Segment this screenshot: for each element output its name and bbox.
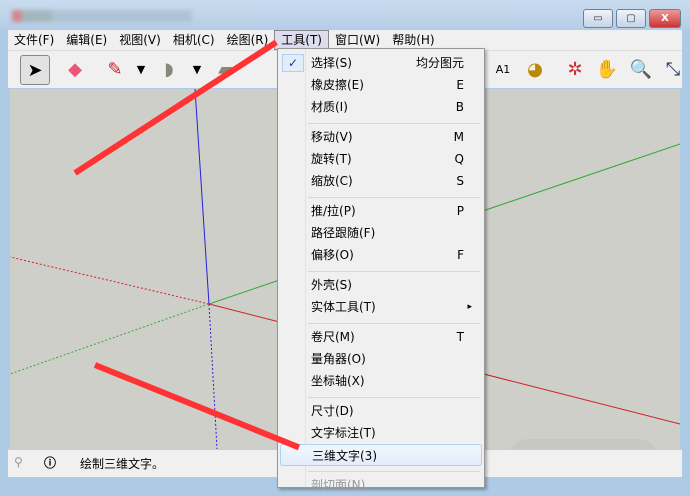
zoom-extents-icon[interactable]: ⤡ [658, 55, 688, 85]
menu-item-protractor[interactable]: 量角器(O) [280, 348, 482, 370]
separator [308, 271, 480, 272]
label: 剖切面(N) [311, 478, 366, 492]
text-tool-icon[interactable]: A1 [488, 55, 518, 85]
geo-location-icon[interactable]: ⚲ [14, 455, 23, 469]
green-axis-dashed [10, 303, 210, 375]
submenu-arrow-icon: ▸ [467, 302, 472, 312]
menu-item-axes[interactable]: 坐标轴(X) [280, 370, 482, 392]
dropdown-arrow-icon[interactable]: ▼ [126, 55, 156, 85]
label: 移动(V) [311, 130, 353, 144]
title-bar: ▭ ▢ X [0, 0, 690, 30]
menu-item-paint[interactable]: 材质(I) B [280, 96, 482, 118]
blue-axis [194, 89, 210, 305]
menu-view[interactable]: 视图(V) [113, 30, 167, 50]
shortcut: S [456, 174, 464, 188]
checkmark-icon: ✓ [282, 54, 304, 72]
menu-window[interactable]: 窗口(W) [329, 30, 386, 50]
pan-hand-icon[interactable]: ✋ [592, 55, 622, 85]
select-tool-icon[interactable]: ➤ [20, 55, 50, 85]
menu-bar: 文件(F) 编辑(E) 视图(V) 相机(C) 绘图(R) 工具(T) 窗口(W… [8, 30, 682, 50]
shortcut: M [453, 130, 464, 144]
label: 偏移(O) [311, 248, 354, 262]
menu-item-tape-measure[interactable]: 卷尺(M) T [280, 326, 482, 348]
label: 推/拉(P) [311, 204, 356, 218]
label: 材质(I) [311, 100, 348, 114]
shortcut: T [456, 330, 464, 344]
menu-file[interactable]: 文件(F) [8, 30, 60, 50]
separator [308, 471, 480, 472]
info-icon[interactable]: ⓘ [44, 454, 56, 471]
blob-overlay [508, 439, 658, 449]
dropdown-arrow-icon[interactable]: ▼ [182, 55, 212, 85]
label: 卷尺(M) [311, 330, 355, 344]
shortcut: B [455, 100, 464, 114]
blue-axis-dashed [208, 303, 218, 449]
eraser-tool-icon[interactable]: ◆ [60, 55, 90, 85]
menu-item-section-plane[interactable]: 剖切面(N) [280, 474, 482, 496]
label: 文字标注(T) [311, 426, 376, 440]
menu-item-rotate[interactable]: 旋转(T) Q [280, 148, 482, 170]
menu-item-scale[interactable]: 缩放(C) S [280, 170, 482, 192]
paint-bucket-icon[interactable]: ◕ [520, 55, 550, 85]
menu-help[interactable]: 帮助(H) [386, 30, 440, 50]
orbit-icon[interactable]: ✲ [560, 55, 590, 85]
status-text: 绘制三维文字。 [80, 457, 165, 471]
red-axis-dashed [10, 256, 210, 305]
menu-item-follow-me[interactable]: 路径跟随(F) [280, 222, 482, 244]
menu-item-solid-tools[interactable]: 实体工具(T) ▸ [280, 296, 482, 318]
restore-button[interactable]: ▢ [616, 9, 646, 28]
shortcut: Q [454, 152, 464, 166]
tools-menu: ✓ 选择(S) 均分图元 橡皮擦(E) E 材质(I) B 移动(V) M 旋转(T) Q … [277, 48, 485, 492]
separator [308, 323, 480, 324]
arc-tool-icon[interactable]: ◗ [154, 55, 184, 85]
menu-item-offset[interactable]: 偏移(O) F [280, 244, 482, 266]
label: 坐标轴(X) [311, 374, 365, 388]
menu-edit[interactable]: 编辑(E) [60, 30, 113, 50]
menu-item-dimensions[interactable]: 尺寸(D) [280, 400, 482, 422]
menu-item-eraser[interactable]: 橡皮擦(E) E [280, 74, 482, 96]
menu-item-move[interactable]: 移动(V) M [280, 126, 482, 148]
label: 三维文字(3) [312, 449, 377, 463]
separator [308, 197, 480, 198]
label: 实体工具(T) [311, 300, 376, 314]
label: 外壳(S) [311, 278, 352, 292]
separator [308, 397, 480, 398]
zoom-icon[interactable]: 🔍 [626, 55, 656, 85]
minimize-button[interactable]: ▭ [583, 9, 613, 28]
menu-camera[interactable]: 相机(C) [167, 30, 221, 50]
menu-item-3d-text[interactable]: 三维文字(3) [280, 444, 482, 466]
menu-tools[interactable]: 工具(T) [274, 30, 329, 50]
menu-item-select[interactable]: ✓ 选择(S) 均分图元 [280, 52, 482, 74]
menu-item-text[interactable]: 文字标注(T) [280, 422, 482, 444]
menu-item-outer-shell[interactable]: 外壳(S) [280, 274, 482, 296]
separator [308, 123, 480, 124]
label: 路径跟随(F) [311, 226, 376, 240]
shortcut: P [456, 204, 464, 218]
shortcut: F [457, 248, 464, 262]
window-title-blurred [12, 10, 192, 22]
label: 缩放(C) [311, 174, 353, 188]
label: 橡皮擦(E) [311, 78, 364, 92]
shortcut: E [456, 78, 464, 92]
label: 尺寸(D) [311, 404, 354, 418]
label: 选择(S) [311, 56, 352, 70]
label: 旋转(T) [311, 152, 352, 166]
close-button[interactable]: X [649, 9, 681, 28]
shortcut: 均分图元 [415, 56, 464, 70]
label: 量角器(O) [311, 352, 366, 366]
menu-item-push-pull[interactable]: 推/拉(P) P [280, 200, 482, 222]
